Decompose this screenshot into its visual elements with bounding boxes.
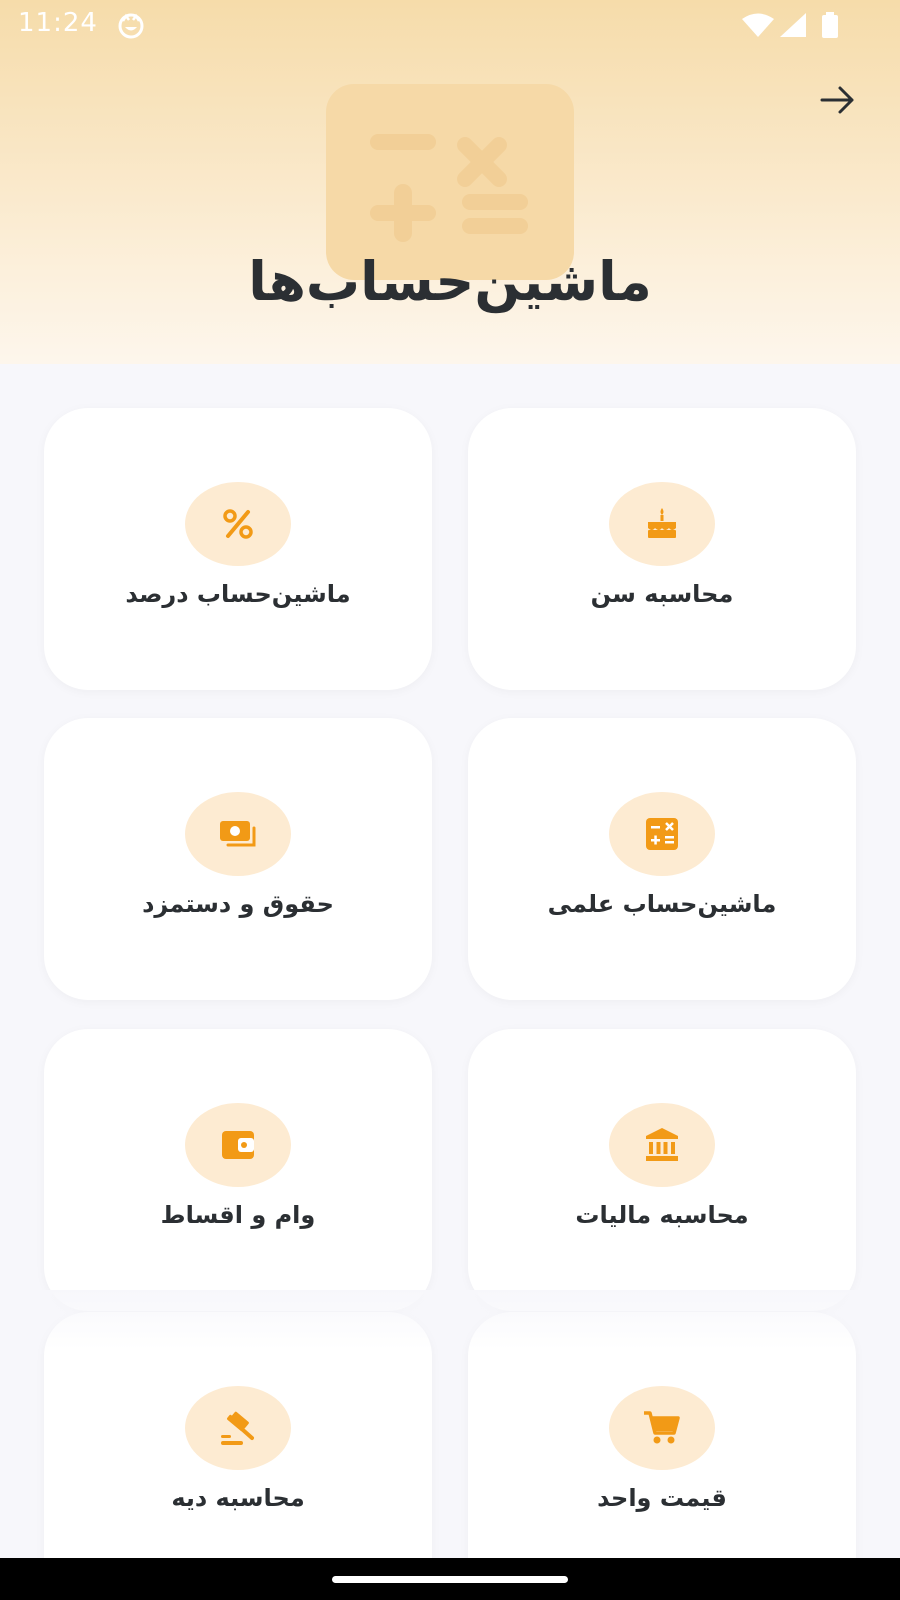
card-label: محاسبه دیه	[171, 1484, 305, 1512]
icon-badge	[185, 1386, 291, 1470]
calculator-icon	[646, 818, 678, 850]
card-tax-calculator[interactable]: محاسبه مالیات	[468, 1029, 856, 1311]
card-label: وام و اقساط	[160, 1201, 316, 1229]
card-label: ماشین‌حساب علمی	[547, 890, 777, 918]
icon-badge	[185, 792, 291, 876]
wallet-icon	[222, 1131, 254, 1159]
card-age-calculator[interactable]: محاسبه سن	[468, 408, 856, 690]
icon-badge	[609, 792, 715, 876]
header-hero: ماشین‌حساب‌ها	[0, 0, 900, 364]
home-gesture-handle[interactable]	[332, 1576, 568, 1583]
icon-badge	[609, 1103, 715, 1187]
card-label: محاسبه سن	[590, 580, 734, 608]
cell-signal-icon	[780, 13, 806, 37]
card-label: ماشین‌حساب درصد	[125, 580, 351, 608]
smiley-notification-icon	[118, 13, 144, 39]
card-label: قیمت واحد	[597, 1484, 727, 1512]
arrow-right-icon	[820, 86, 854, 114]
icon-badge	[609, 482, 715, 566]
money-icon	[220, 821, 256, 847]
page-title: ماشین‌حساب‌ها	[248, 250, 652, 313]
system-navigation-bar	[0, 1558, 900, 1600]
wifi-icon	[742, 13, 774, 37]
card-percent-calculator[interactable]: ماشین‌حساب درصد	[44, 408, 432, 690]
card-loan-calculator[interactable]: وام و اقساط	[44, 1029, 432, 1311]
birthday-cake-icon	[648, 508, 676, 538]
shopping-cart-icon	[644, 1411, 680, 1444]
battery-icon	[822, 12, 838, 38]
icon-badge	[609, 1386, 715, 1470]
card-label: محاسبه مالیات	[575, 1201, 749, 1229]
card-salary-calculator[interactable]: حقوق و دستمزد	[44, 718, 432, 1000]
card-label: حقوق و دستمزد	[142, 890, 334, 918]
status-time: 11:24	[18, 8, 98, 38]
status-bar: 11:24	[0, 0, 900, 50]
icon-badge	[185, 1103, 291, 1187]
bank-icon	[646, 1128, 678, 1161]
icon-badge	[185, 482, 291, 566]
calculators-screen: ماشین‌حساب‌ها 11:24	[0, 0, 900, 1600]
percent-icon	[223, 509, 253, 539]
card-diyeh-calculator[interactable]: محاسبه دیه	[44, 1312, 432, 1600]
card-unit-price-calculator[interactable]: قیمت واحد	[468, 1312, 856, 1600]
back-button[interactable]	[818, 80, 858, 120]
gavel-icon	[221, 1411, 254, 1445]
card-scientific-calculator[interactable]: ماشین‌حساب علمی	[468, 718, 856, 1000]
